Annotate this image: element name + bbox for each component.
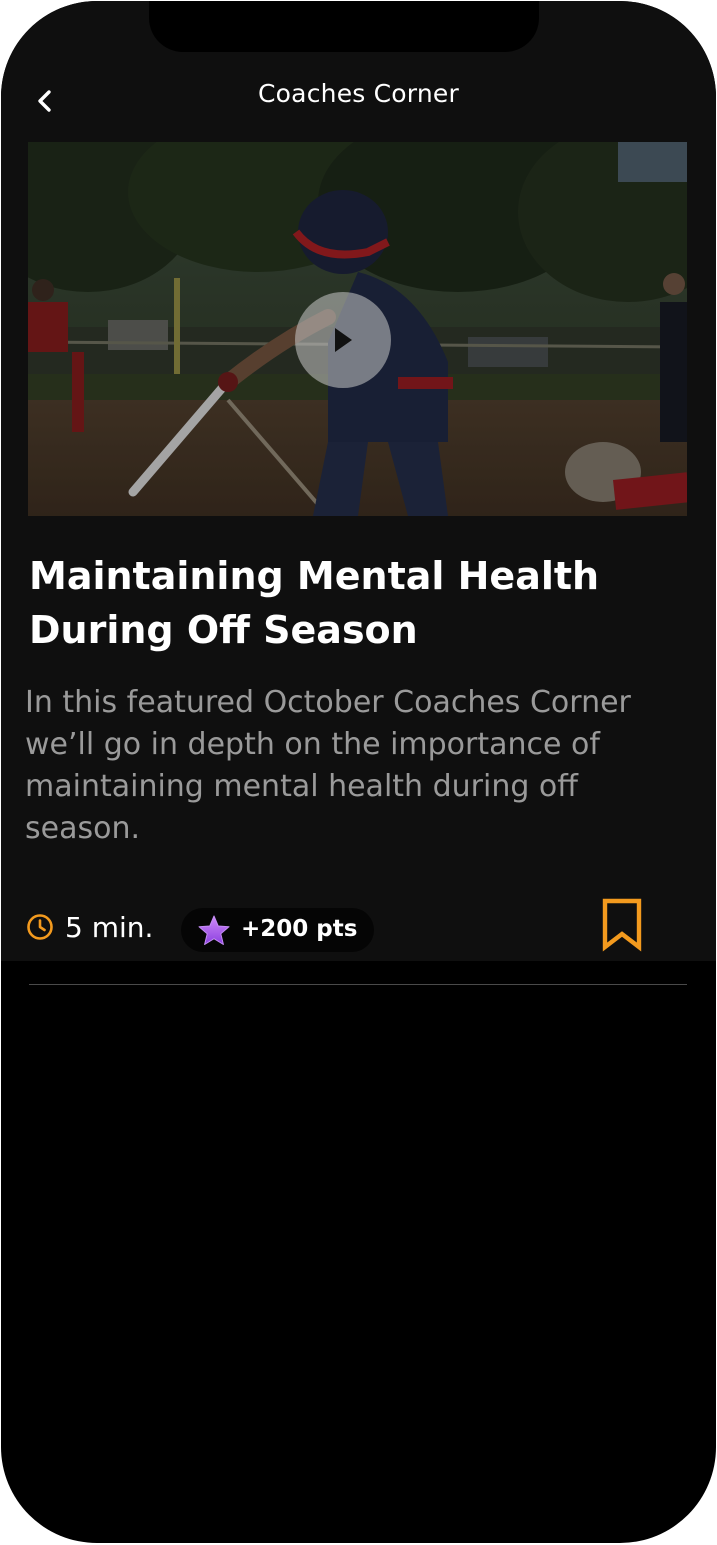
divider xyxy=(29,984,687,985)
page-title: Coaches Corner xyxy=(258,79,459,108)
clock-icon xyxy=(27,914,53,940)
article-meta: 5 min. +200 pts xyxy=(25,898,685,953)
play-button[interactable] xyxy=(295,292,391,388)
star-icon xyxy=(198,915,230,945)
play-icon xyxy=(335,328,352,352)
article-description: In this featured October Coaches Corner … xyxy=(25,685,631,846)
device-notch xyxy=(149,1,539,52)
duration-label: 5 min. xyxy=(65,911,154,944)
bookmark-button[interactable] xyxy=(599,897,645,953)
bookmark-icon xyxy=(602,898,642,952)
article-title: Maintaining Mental Health During Off Sea… xyxy=(29,554,600,652)
points-badge: +200 pts xyxy=(181,908,374,952)
article-panel: Coaches Corner Maintaining Mental Health… xyxy=(1,1,716,961)
video-player[interactable] xyxy=(28,142,687,516)
phone-screen: Coaches Corner Maintaining Mental Health… xyxy=(1,1,716,1543)
points-label: +200 pts xyxy=(241,916,358,942)
